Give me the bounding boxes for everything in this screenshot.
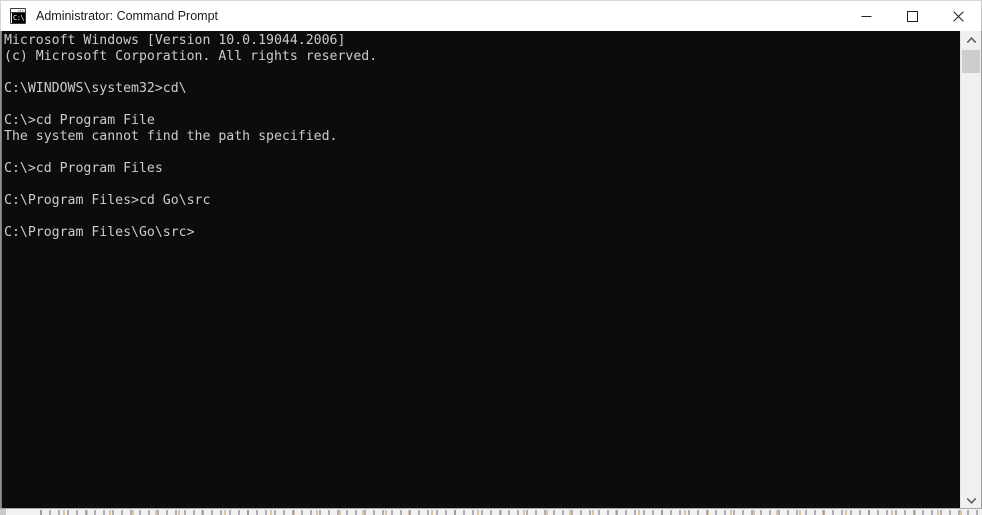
background-window-sliver (0, 509, 982, 515)
background-window-content (40, 510, 982, 515)
console-prompt-line: C:\Program Files\Go\src> (4, 225, 195, 240)
window-left-border (0, 31, 2, 509)
scrollbar-down-button[interactable] (961, 492, 981, 509)
close-icon (952, 10, 964, 22)
chevron-down-icon (966, 497, 976, 504)
console-line: C:\>cd Program File (4, 113, 155, 128)
title-bar-left: ▪▪▪ C:\ Administrator: Command Prompt (1, 8, 843, 24)
console-line: C:\WINDOWS\system32>cd\ (4, 81, 187, 96)
chevron-up-icon (966, 36, 976, 43)
title-bar[interactable]: ▪▪▪ C:\ Administrator: Command Prompt (0, 0, 982, 31)
console-area[interactable]: Microsoft Windows [Version 10.0.19044.20… (0, 31, 982, 509)
vertical-scrollbar[interactable] (960, 31, 981, 509)
maximize-button[interactable] (889, 1, 935, 31)
maximize-icon (906, 10, 918, 22)
window-controls (843, 1, 981, 31)
console-line: C:\>cd Program Files (4, 161, 163, 176)
console-line: The system cannot find the path specifie… (4, 129, 338, 144)
command-prompt-window: ▪▪▪ C:\ Administrator: Command Prompt Mi… (0, 0, 982, 515)
cmd-icon: ▪▪▪ C:\ (10, 8, 26, 24)
console-output[interactable]: Microsoft Windows [Version 10.0.19044.20… (1, 31, 960, 509)
minimize-button[interactable] (843, 1, 889, 31)
scrollbar-track[interactable] (961, 48, 981, 492)
scrollbar-thumb[interactable] (962, 50, 980, 73)
scrollbar-up-button[interactable] (961, 31, 981, 48)
cmd-icon-glyph: C:\ (12, 13, 25, 23)
console-line: Microsoft Windows [Version 10.0.19044.20… (4, 33, 346, 48)
background-window-edge (0, 509, 6, 515)
console-line: (c) Microsoft Corporation. All rights re… (4, 49, 378, 64)
close-button[interactable] (935, 1, 981, 31)
console-line: C:\Program Files>cd Go\src (4, 193, 211, 208)
minimize-icon (861, 15, 871, 17)
window-title: Administrator: Command Prompt (36, 9, 219, 23)
